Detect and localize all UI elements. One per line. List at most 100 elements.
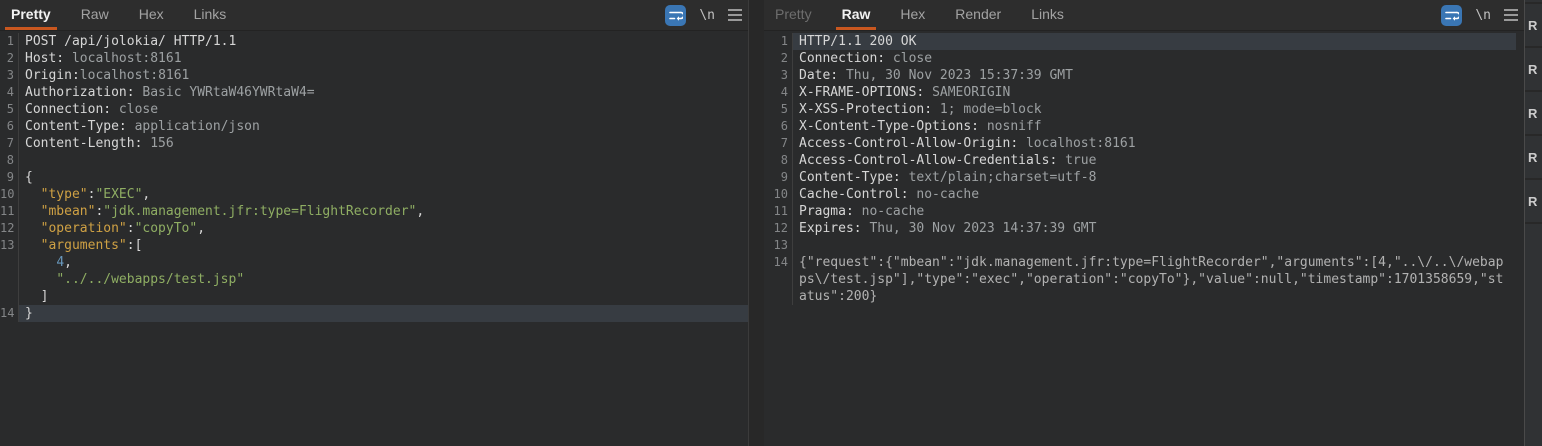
inspector-section-header[interactable]: R: [1525, 2, 1542, 48]
tab-render[interactable]: Render: [949, 0, 1007, 30]
code-line[interactable]: 2Connection: close: [764, 50, 1524, 67]
line-content: "../../webapps/test.jsp": [19, 271, 748, 288]
code-line[interactable]: ]: [0, 288, 748, 305]
line-number: 14: [764, 254, 793, 271]
response-toolbar: \n: [1441, 0, 1518, 30]
line-number: [0, 288, 19, 305]
tab-pretty[interactable]: Pretty: [769, 0, 818, 30]
line-content: "type":"EXEC",: [19, 186, 748, 203]
code-line[interactable]: 8Access-Control-Allow-Credentials: true: [764, 152, 1524, 169]
line-number: 2: [764, 50, 793, 67]
line-content: Date: Thu, 30 Nov 2023 15:37:39 GMT: [793, 67, 1516, 84]
newline-icon[interactable]: \n: [699, 8, 715, 23]
code-line[interactable]: 2Host: localhost:8161: [0, 50, 748, 67]
line-number: 10: [764, 186, 793, 203]
line-content: X-Content-Type-Options: nosniff: [793, 118, 1516, 135]
code-line[interactable]: 8: [0, 152, 748, 169]
code-line[interactable]: 10Cache-Control: no-cache: [764, 186, 1524, 203]
line-content: Origin:localhost:8161: [19, 67, 748, 84]
line-content: POST /api/jolokia/ HTTP/1.1: [19, 33, 748, 50]
hamburger-menu-icon[interactable]: [1504, 9, 1518, 21]
line-content: ps\/test.jsp"],"type":"exec","operation"…: [793, 271, 1516, 288]
code-line[interactable]: 6Content-Type: application/json: [0, 118, 748, 135]
request-editor[interactable]: 1POST /api/jolokia/ HTTP/1.12Host: local…: [0, 31, 748, 322]
response-panel: Pretty Raw Hex Render Links \n 1HTTP/1.1 200…: [764, 0, 1525, 446]
line-content: Content-Type: application/json: [19, 118, 748, 135]
code-line[interactable]: 13 "arguments":[: [0, 237, 748, 254]
code-line[interactable]: 3Origin:localhost:8161: [0, 67, 748, 84]
code-line[interactable]: 10 "type":"EXEC",: [0, 186, 748, 203]
tab-hex[interactable]: Hex: [133, 0, 170, 30]
tab-pretty[interactable]: Pretty: [5, 0, 57, 30]
code-line[interactable]: 11Pragma: no-cache: [764, 203, 1524, 220]
line-number: 11: [764, 203, 793, 220]
tab-hex[interactable]: Hex: [894, 0, 931, 30]
code-line[interactable]: 4,: [0, 254, 748, 271]
hamburger-menu-icon[interactable]: [728, 9, 742, 21]
code-line[interactable]: 9Content-Type: text/plain;charset=utf-8: [764, 169, 1524, 186]
request-tabs: Pretty Raw Hex Links: [0, 0, 241, 30]
line-content: Connection: close: [793, 50, 1516, 67]
inspector-section-header[interactable]: R: [1525, 92, 1542, 136]
line-wrap-icon[interactable]: [665, 5, 686, 26]
response-tabbar: Pretty Raw Hex Render Links \n: [764, 0, 1524, 31]
line-number: [764, 271, 793, 288]
tab-links[interactable]: Links: [1025, 0, 1070, 30]
code-line[interactable]: "../../webapps/test.jsp": [0, 271, 748, 288]
line-content: 4,: [19, 254, 748, 271]
code-line[interactable]: 1HTTP/1.1 200 OK: [764, 33, 1524, 50]
line-content: Access-Control-Allow-Credentials: true: [793, 152, 1516, 169]
line-content: Content-Length: 156: [19, 135, 748, 152]
line-content: Expires: Thu, 30 Nov 2023 14:37:39 GMT: [793, 220, 1516, 237]
line-content: "operation":"copyTo",: [19, 220, 748, 237]
line-number: 11: [0, 203, 19, 220]
code-line[interactable]: 1POST /api/jolokia/ HTTP/1.1: [0, 33, 748, 50]
code-line[interactable]: atus":200}: [764, 288, 1524, 305]
code-line[interactable]: 3Date: Thu, 30 Nov 2023 15:37:39 GMT: [764, 67, 1524, 84]
line-number: 10: [0, 186, 19, 203]
http-message-viewer: PrettyRawHexLinks \n 1POST /api/jolokia/…: [0, 0, 1542, 446]
line-content: Authorization: Basic YWRtaW46YWRtaW4=: [19, 84, 748, 101]
line-number: 13: [0, 237, 19, 254]
code-line[interactable]: ps\/test.jsp"],"type":"exec","operation"…: [764, 271, 1524, 288]
response-editor[interactable]: 1HTTP/1.1 200 OK2Connection: close3Date:…: [764, 31, 1524, 305]
code-line[interactable]: 5Connection: close: [0, 101, 748, 118]
tab-raw[interactable]: Raw: [836, 0, 877, 30]
inspector-section-header[interactable]: R: [1525, 48, 1542, 92]
line-number: 12: [0, 220, 19, 237]
code-line[interactable]: 9{: [0, 169, 748, 186]
code-line[interactable]: 4Authorization: Basic YWRtaW46YWRtaW4=: [0, 84, 748, 101]
line-content: }: [19, 305, 748, 322]
line-content: ]: [19, 288, 748, 305]
line-number: 4: [764, 84, 793, 101]
line-content: HTTP/1.1 200 OK: [793, 33, 1516, 50]
line-content: Access-Control-Allow-Origin: localhost:8…: [793, 135, 1516, 152]
code-line[interactable]: 14}: [0, 305, 748, 322]
code-line[interactable]: 13: [764, 237, 1524, 254]
code-line[interactable]: 11 "mbean":"jdk.management.jfr:type=Flig…: [0, 203, 748, 220]
code-line[interactable]: 12Expires: Thu, 30 Nov 2023 14:37:39 GMT: [764, 220, 1524, 237]
code-line[interactable]: 5X-XSS-Protection: 1; mode=block: [764, 101, 1524, 118]
line-number: 9: [764, 169, 793, 186]
response-tabs: Pretty Raw Hex Render Links: [764, 0, 1079, 30]
line-number: 1: [764, 33, 793, 50]
code-line[interactable]: 6X-Content-Type-Options: nosniff: [764, 118, 1524, 135]
line-wrap-icon[interactable]: [1441, 5, 1462, 26]
line-content: "mbean":"jdk.management.jfr:type=FlightR…: [19, 203, 748, 220]
inspector-section-header[interactable]: R: [1525, 180, 1542, 224]
code-line[interactable]: 7Access-Control-Allow-Origin: localhost:…: [764, 135, 1524, 152]
line-number: 4: [0, 84, 19, 101]
inspector-strip: RRRRR: [1525, 0, 1542, 446]
newline-icon[interactable]: \n: [1475, 8, 1491, 23]
code-line[interactable]: 7Content-Length: 156: [0, 135, 748, 152]
line-number: [0, 271, 19, 288]
code-line[interactable]: 12 "operation":"copyTo",: [0, 220, 748, 237]
code-line[interactable]: 4X-FRAME-OPTIONS: SAMEORIGIN: [764, 84, 1524, 101]
tab-links[interactable]: Links: [188, 0, 233, 30]
tab-raw[interactable]: Raw: [75, 0, 115, 30]
inspector-section-header[interactable]: R: [1525, 136, 1542, 180]
request-tabbar: Pretty Raw Hex Links \n: [0, 0, 748, 31]
line-number: 8: [0, 152, 19, 169]
line-number: 1: [0, 33, 19, 50]
code-line[interactable]: 14{"request":{"mbean":"jdk.management.jf…: [764, 254, 1524, 271]
